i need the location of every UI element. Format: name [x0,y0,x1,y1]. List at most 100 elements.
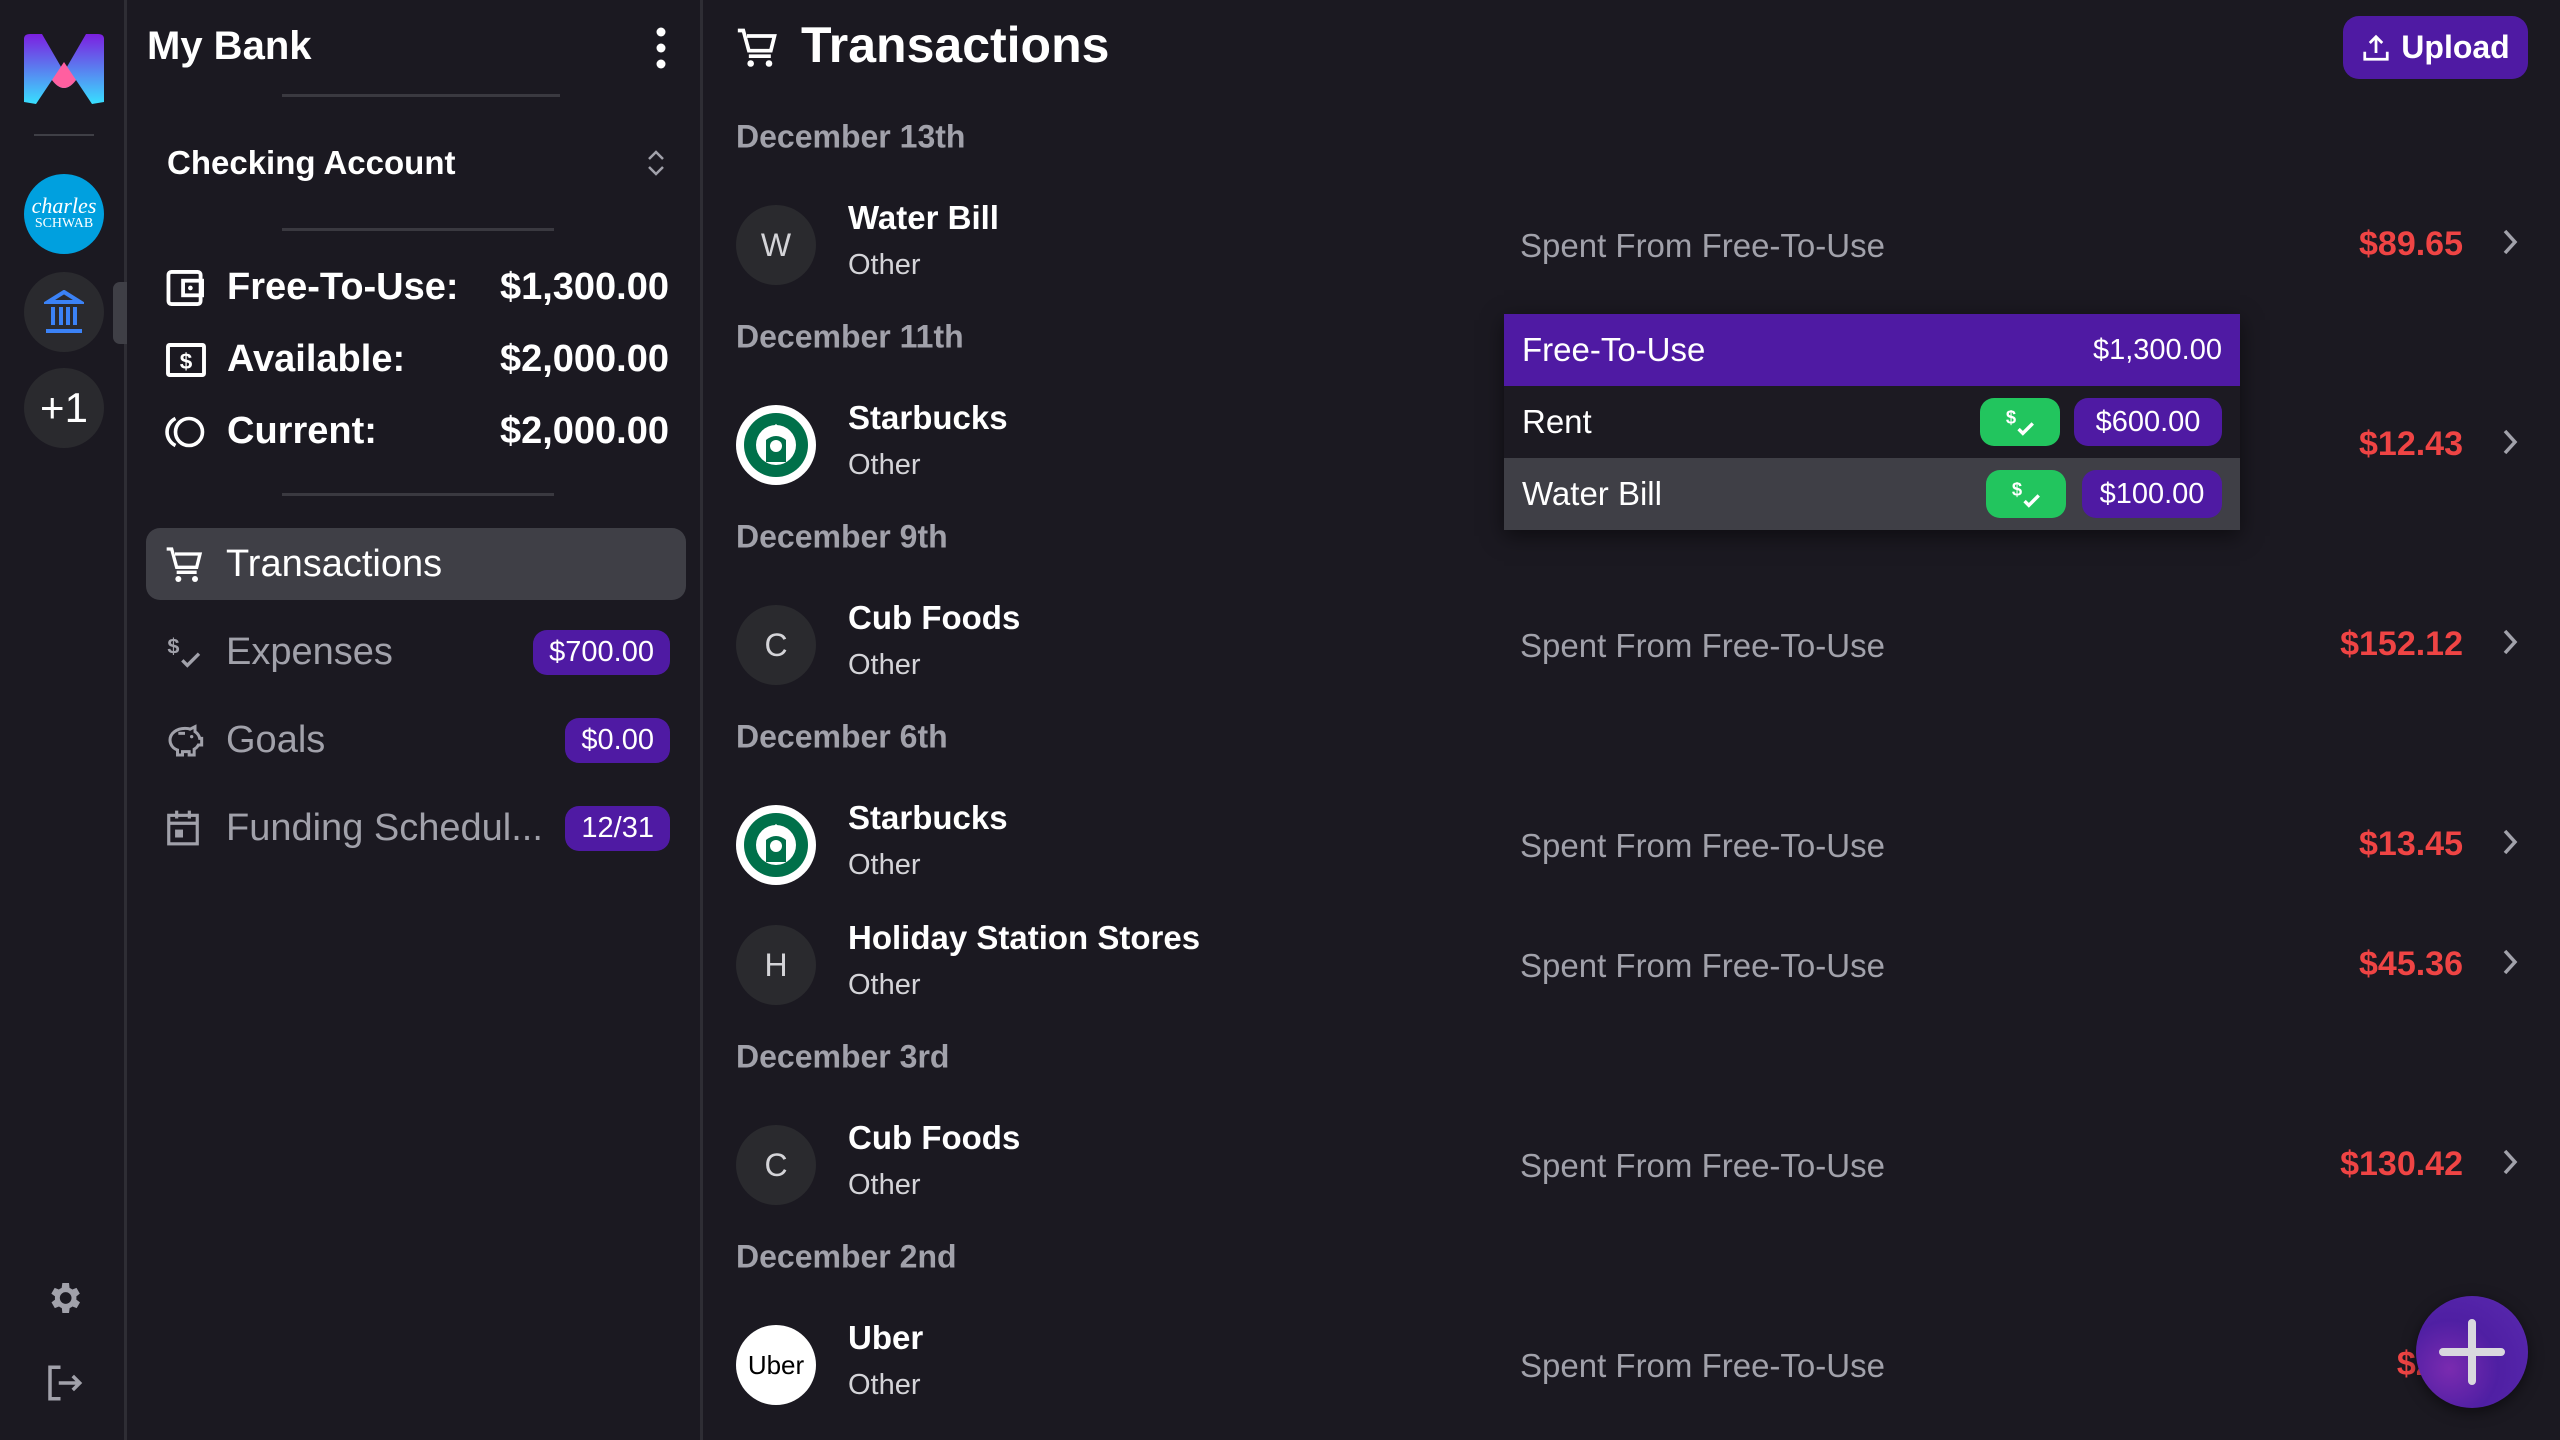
expenses-badge: $700.00 [533,629,670,675]
category: Other [848,1169,921,1201]
dropdown-item-water-bill[interactable]: Water Bill $ $100.00 [1504,458,2240,530]
balance-available: $ Available: $2,000.00 [165,338,669,381]
goals-badge: $0.00 [565,717,670,763]
more-accounts-button[interactable]: +1 [24,368,104,448]
budget-dropdown: Free-To-Use $1,300.00 Rent $ $600.00 Wat… [1504,314,2240,530]
bank-account-button[interactable] [24,272,104,352]
nav-expenses[interactable]: $ Expenses $700.00 [146,616,686,688]
spent-from: Spent From Free-To-Use [1520,1347,1885,1384]
merchant-initial-avatar: C [736,605,816,685]
nav-goals[interactable]: Goals $0.00 [146,704,686,776]
chevron-right-icon[interactable] [2500,1145,2520,1179]
merchant-name: Starbucks [848,399,1008,436]
chevron-right-icon[interactable] [2500,425,2520,459]
category: Other [848,649,921,681]
merchant-name: Holiday Station Stores [848,919,1201,956]
spent-from: Spent From Free-To-Use [1520,627,1885,664]
category: Other [848,969,921,1001]
merchant-initial-avatar: H [736,925,816,1005]
divider [282,493,554,496]
amount: $12.43 [2359,425,2463,463]
svg-text:$: $ [180,349,193,374]
starbucks-logo [736,805,816,885]
amount: $89.65 [2359,225,2463,263]
wallet-icon [166,269,204,306]
upload-button[interactable]: Upload [2343,16,2528,79]
dollar-bill-icon: $ [166,342,206,377]
divider [282,228,554,231]
merchant-initial-avatar: W [736,205,816,285]
transaction-row[interactable]: UberUberOtherSpent From Free-To-Use$23. [703,1305,2560,1425]
logout-icon[interactable] [42,1362,86,1404]
bank-title: My Bank [147,24,312,68]
account-selector[interactable]: Checking Account [147,136,687,190]
amount: $152.12 [2340,625,2463,663]
account-rail: charles SCHWAB +1 [0,0,127,1440]
piggy-bank-icon [168,724,204,757]
cart-icon [166,547,203,582]
chevron-up-down-icon [648,150,664,176]
transaction-row[interactable]: H Holiday Station Stores Other Spent From F… [703,905,2560,1025]
date-header: December 6th [736,718,948,755]
category: Other [848,249,921,281]
amount: $13.45 [2359,825,2463,863]
balance-current: Current: $2,000.00 [165,410,669,453]
category: Other [848,849,921,881]
calendar-icon [167,810,199,846]
dollar-check-icon: $ [1986,470,2066,518]
date-header: December 9th [736,518,948,555]
chevron-right-icon[interactable] [2500,225,2520,259]
page-title: Transactions [801,17,1110,73]
chevron-right-icon[interactable] [2500,825,2520,859]
category: Other [848,1369,921,1401]
spent-from: Spent From Free-To-Use [1520,227,1885,264]
nav-transactions[interactable]: Transactions [146,528,686,600]
svg-text:$: $ [2006,406,2016,427]
rent-amount-pill: $600.00 [2074,398,2222,446]
transaction-row[interactable]: C Cub Foods Other Spent From Free-To-Use $13… [703,1105,2560,1225]
merchant-name: Uber [848,1319,924,1356]
transaction-row[interactable]: C Cub Foods Other Spent From Free-To-Use $15… [703,585,2560,705]
divider [282,94,560,97]
coins-icon [165,416,205,447]
upload-icon [2363,34,2389,61]
dropdown-item-free-to-use[interactable]: Free-To-Use $1,300.00 [1504,314,2240,386]
starbucks-logo [736,405,816,485]
app-logo [24,34,104,104]
transaction-row[interactable]: W Water Bill Other Spent From Free-To-Use $8… [703,185,2560,305]
chevron-right-icon[interactable] [2500,945,2520,979]
transaction-row[interactable]: Starbucks Other Spent From Free-To-Use $13.… [703,785,2560,905]
nav-funding-schedule[interactable]: Funding Schedul... 12/31 [146,792,686,864]
dollar-check-icon: $ [1980,398,2060,446]
date-header: December 3rd [736,1038,950,1075]
merchant-name: Starbucks [848,799,1008,836]
date-header: December 2nd [736,1238,957,1275]
spent-from: Spent From Free-To-Use [1520,947,1885,984]
cart-icon [737,28,777,67]
add-transaction-button[interactable] [2416,1296,2528,1408]
merchant-initial-avatar: C [736,1125,816,1205]
uber-logo: Uber [736,1325,816,1405]
water-bill-amount-pill: $100.00 [2082,470,2222,518]
funding-badge: 12/31 [565,805,670,851]
amount: $130.42 [2340,1145,2463,1183]
spent-from: Spent From Free-To-Use [1520,827,1885,864]
dropdown-item-rent[interactable]: Rent $ $600.00 [1504,386,2240,458]
merchant-name: Cub Foods [848,1119,1021,1156]
kebab-menu-icon[interactable] [649,26,673,70]
category: Other [848,449,921,481]
dollar-check-icon: $ [167,634,201,668]
balance-free-to-use: Free-To-Use: $1,300.00 [165,266,669,309]
gear-icon[interactable] [44,1278,84,1318]
bank-logo-schwab[interactable]: charles SCHWAB [24,174,104,254]
active-account-indicator [113,282,127,344]
svg-text:$: $ [167,634,179,659]
rail-divider [34,134,94,136]
date-header: December 13th [736,118,966,155]
chevron-right-icon[interactable] [2500,625,2520,659]
plus-icon [2439,1319,2505,1385]
merchant-name: Water Bill [848,199,999,236]
amount: $45.36 [2359,945,2463,983]
bank-icon [44,290,84,333]
date-header: December 11th [736,318,964,355]
